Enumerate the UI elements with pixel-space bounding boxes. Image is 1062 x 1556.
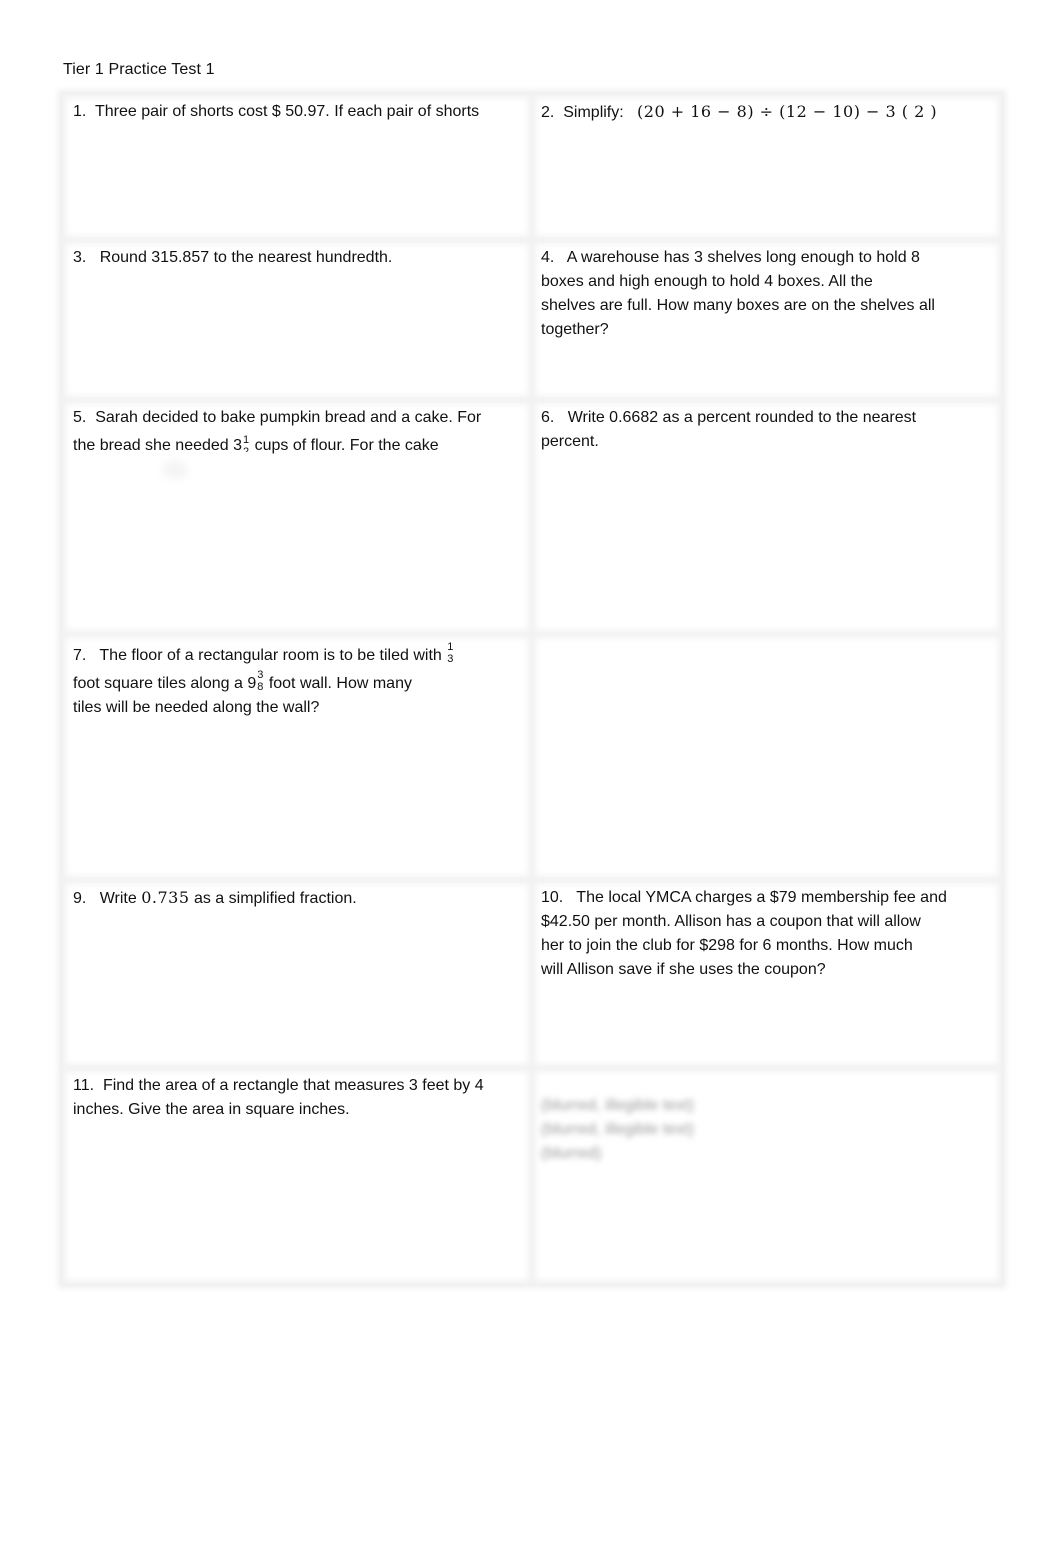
question-3-cell: 3. Round 315.857 to the nearest hundredt… [62,240,532,400]
question-grid: 1. Three pair of shorts cost $ 50.97. If… [62,94,1002,1284]
fraction-one-half: 12 [243,433,250,452]
question-9-text: 9. Write 0.735 as a simplified fraction. [73,888,357,907]
question-7-text-line: foot square tiles along a 938 foot wall.… [73,669,412,694]
question-8-cell-empty [532,634,1002,880]
fraction-three-eighths: 38 [257,669,264,694]
question-5-text: 5. Sarah decided to bake pumpkin bread a… [73,409,482,426]
question-12-blurred-text: (blurred, illegible text) (blurred, ille… [541,1094,992,1166]
question-6-text: 6. Write 0.6682 as a percent rounded to … [541,409,917,426]
question-10-cell: 10. The local YMCA charges a $79 members… [532,880,1002,1068]
question-7-text: 7. The floor of a rectangular room is to… [73,641,454,665]
question-10-text-line: $42.50 per month. Allison has a coupon t… [541,913,921,930]
question-11-text: 11. Find the area of a rectangle that me… [73,1077,484,1094]
question-12-cell: (blurred, illegible text) (blurred, ille… [532,1068,1002,1284]
blurred-line: (blurred) [541,1145,602,1162]
question-2-text: 2. Simplify: (20 + 16 − 8) ÷ (12 − 10) −… [541,102,938,121]
question-1-cell: 1. Three pair of shorts cost $ 50.97. If… [62,94,532,240]
question-10-text: 10. The local YMCA charges a $79 members… [541,889,947,906]
question-7-cell: 7. The floor of a rectangular room is to… [62,634,532,880]
question-4-cell: 4. A warehouse has 3 shelves long enough… [532,240,1002,400]
question-11-cell: 11. Find the area of a rectangle that me… [62,1068,532,1284]
question-6-text-line: percent. [541,433,599,450]
question-9-cell: 9. Write 0.735 as a simplified fraction. [62,880,532,1068]
question-2-expression: (20 + 16 − 8) ÷ (12 − 10) − 3 ( 2 ) [637,102,938,121]
question-6-cell: 6. Write 0.6682 as a percent rounded to … [532,400,1002,634]
blurred-line: (blurred, illegible text) [541,1121,694,1138]
question-1-text: 1. Three pair of shorts cost $ 50.97. If… [73,103,480,120]
question-4-text-line: shelves are full. How many boxes are on … [541,297,935,314]
question-4-text-line: together? [541,321,609,338]
question-4-text: 4. A warehouse has 3 shelves long enough… [541,249,920,266]
fraction-one-third: 13 [447,641,454,665]
question-7-text-line: tiles will be needed along the wall? [73,699,320,717]
question-4-text-line: boxes and high enough to hold 4 boxes. A… [541,273,873,290]
document-title: Tier 1 Practice Test 1 [63,61,215,78]
question-10-text-line: will Allison save if she uses the coupon… [541,961,826,978]
question-10-text-line: her to join the club for $298 for 6 mont… [541,937,913,954]
question-11-text-line: inches. Give the area in square inches. [73,1101,350,1118]
question-2-cell: 2. Simplify: (20 + 16 − 8) ÷ (12 − 10) −… [532,94,1002,240]
question-3-text: 3. Round 315.857 to the nearest hundredt… [73,249,393,266]
blurred-line: (blurred, illegible text) [541,1097,694,1114]
question-5-cell: 5. Sarah decided to bake pumpkin bread a… [62,400,532,634]
smudge-mark [162,460,188,480]
question-5-text-line: the bread she needed 312 cups of flour. … [73,433,439,454]
